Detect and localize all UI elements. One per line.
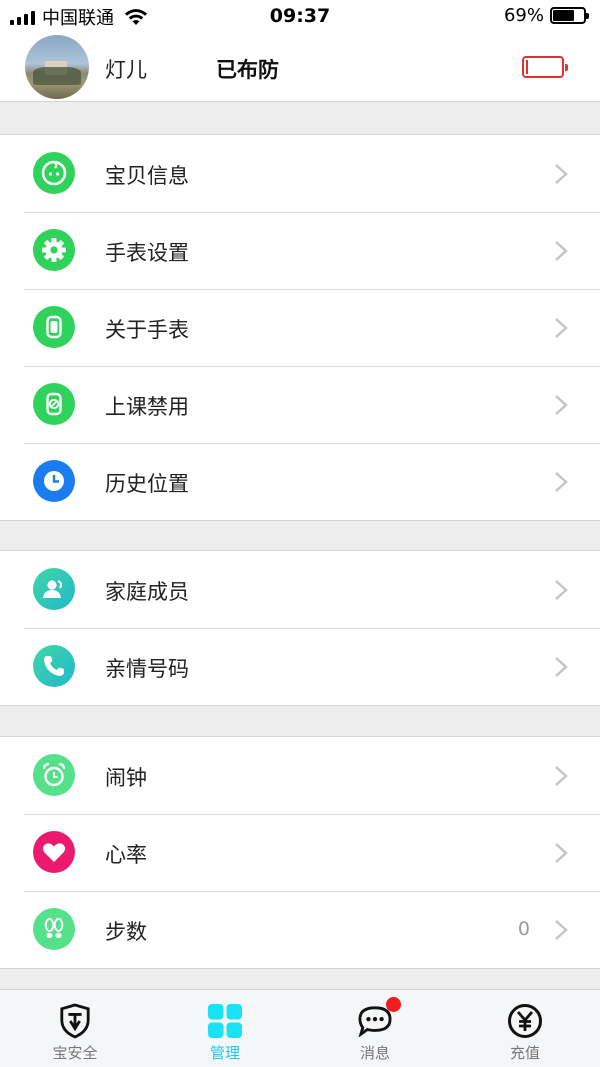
chevron-right-icon — [555, 843, 568, 863]
menu-item-label: 关于手表 — [105, 318, 189, 342]
menu-item-steps[interactable]: 步数 0 — [0, 891, 600, 968]
status-right: 69% — [503, 5, 589, 26]
menu-item-alarm[interactable]: 闹钟 — [0, 737, 600, 814]
tab-bar: 宝安全 管理 消息 充值 — [0, 989, 600, 1067]
menu-item-heart-rate[interactable]: 心率 — [0, 814, 600, 891]
chevron-right-icon — [555, 472, 568, 492]
settings-group-health: 闹钟 心率 步数 0 — [0, 736, 600, 969]
menu-item-family-members[interactable]: 家庭成员 — [0, 551, 600, 628]
alarm-clock-icon — [33, 754, 75, 796]
chevron-right-icon — [555, 241, 568, 261]
tab-label: 管理 — [209, 1044, 240, 1062]
phone-icon — [33, 645, 75, 687]
chevron-right-icon — [555, 657, 568, 677]
heart-icon — [33, 831, 75, 873]
menu-item-label: 步数 — [105, 920, 147, 944]
family-member-icon — [33, 568, 75, 610]
clock-icon — [33, 460, 75, 502]
header: 灯儿 已布防 — [0, 34, 600, 102]
gear-icon — [33, 229, 75, 271]
watch-disabled-icon — [33, 383, 75, 425]
tab-manage[interactable]: 管理 — [150, 990, 300, 1067]
menu-item-label: 历史位置 — [105, 472, 189, 496]
menu-item-baby-info[interactable]: 宝贝信息 — [0, 135, 600, 212]
chevron-right-icon — [555, 920, 568, 940]
unread-badge — [386, 997, 401, 1012]
battery-percent: 69% — [503, 5, 544, 26]
menu-item-label: 手表设置 — [105, 241, 189, 265]
chat-bubble-icon — [355, 997, 401, 1041]
watch-icon — [33, 306, 75, 348]
tab-recharge[interactable]: 充值 — [450, 990, 600, 1067]
steps-count: 0 — [517, 918, 530, 940]
settings-group-device: 宝贝信息 手表设置 关于手表 上课禁用 历史位置 — [0, 134, 600, 521]
footsteps-icon — [33, 908, 75, 950]
battery-icon — [550, 7, 589, 24]
chevron-right-icon — [555, 395, 568, 415]
shield-icon — [55, 1001, 95, 1041]
avatar[interactable] — [25, 35, 89, 99]
menu-item-label: 家庭成员 — [105, 580, 189, 604]
baby-face-icon — [33, 152, 75, 194]
menu-item-location-history[interactable]: 历史位置 — [0, 443, 600, 520]
menu-item-watch-settings[interactable]: 手表设置 — [0, 212, 600, 289]
chevron-right-icon — [555, 164, 568, 184]
tab-label: 宝安全 — [52, 1044, 98, 1062]
menu-item-about-watch[interactable]: 关于手表 — [0, 289, 600, 366]
tab-label: 充值 — [509, 1044, 540, 1062]
menu-item-label: 宝贝信息 — [105, 164, 189, 188]
user-name[interactable]: 灯儿 — [105, 54, 147, 84]
tab-messages[interactable]: 消息 — [300, 990, 450, 1067]
tab-safety[interactable]: 宝安全 — [0, 990, 150, 1067]
menu-item-label: 心率 — [105, 843, 147, 867]
status-bar: 中国联通 09:37 69% — [0, 0, 600, 34]
grid-icon — [205, 1001, 245, 1041]
chevron-right-icon — [555, 580, 568, 600]
menu-item-label: 闹钟 — [105, 766, 147, 790]
chevron-right-icon — [555, 766, 568, 786]
settings-group-family: 家庭成员 亲情号码 — [0, 550, 600, 706]
yuan-icon — [505, 1001, 545, 1041]
menu-item-label: 亲情号码 — [105, 657, 189, 681]
menu-item-class-mode[interactable]: 上课禁用 — [0, 366, 600, 443]
device-battery-icon — [522, 56, 568, 78]
menu-item-family-numbers[interactable]: 亲情号码 — [0, 628, 600, 705]
chevron-right-icon — [555, 318, 568, 338]
arm-status: 已布防 — [216, 58, 279, 82]
menu-item-label: 上课禁用 — [105, 395, 189, 419]
tab-label: 消息 — [359, 1044, 390, 1062]
